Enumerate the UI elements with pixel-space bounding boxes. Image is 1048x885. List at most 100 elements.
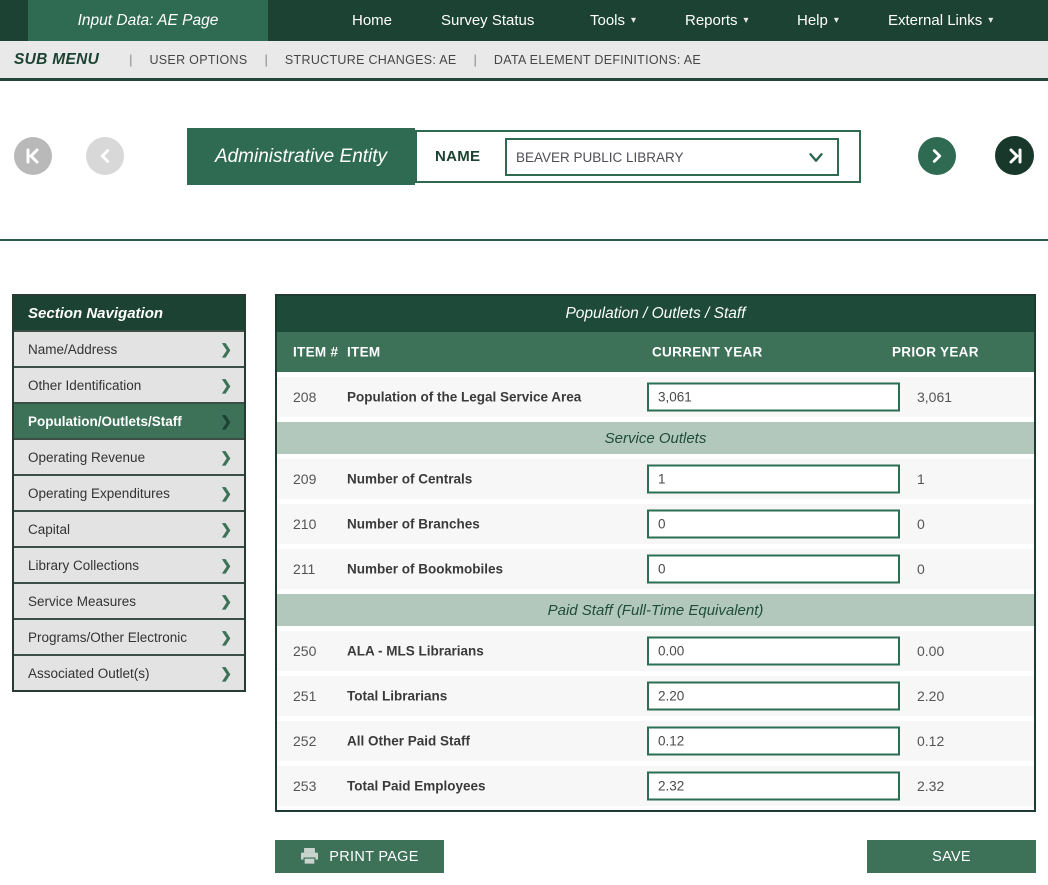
current-year-input-208[interactable] bbox=[647, 383, 900, 412]
entity-type-label: Administrative Entity bbox=[215, 146, 387, 168]
save-button[interactable]: SAVE bbox=[867, 840, 1036, 873]
print-page-button[interactable]: PRINT PAGE bbox=[275, 840, 444, 873]
entity-type-banner: Administrative Entity bbox=[187, 128, 415, 185]
caret-down-icon: ▾ bbox=[744, 15, 749, 26]
sidebar-item-name-address[interactable]: Name/Address ❯ bbox=[14, 330, 244, 366]
item-number: 211 bbox=[293, 561, 315, 577]
nav-item-help[interactable]: Help ▾ bbox=[797, 0, 839, 41]
nav-item-external-links-label: External Links bbox=[888, 12, 982, 29]
chevron-right-icon: ❯ bbox=[220, 593, 232, 610]
table-row-211: 211 Number of Bookmobiles 0 bbox=[277, 549, 1034, 589]
sidebar-item-label: Service Measures bbox=[28, 594, 220, 609]
item-label: Total Paid Employees bbox=[347, 779, 486, 794]
last-record-button[interactable] bbox=[995, 136, 1034, 175]
item-number: 209 bbox=[293, 471, 316, 487]
current-year-input-211[interactable] bbox=[647, 555, 900, 584]
current-year-input-252[interactable] bbox=[647, 727, 900, 756]
nav-item-home[interactable]: Home bbox=[352, 0, 392, 41]
table-row-252: 252 All Other Paid Staff 0.12 bbox=[277, 721, 1034, 761]
separator: | bbox=[129, 52, 132, 67]
print-page-button-label: PRINT PAGE bbox=[329, 849, 418, 865]
sidebar-item-label: Other Identification bbox=[28, 378, 220, 393]
current-year-input-250[interactable] bbox=[647, 637, 900, 666]
section-header-label: Paid Staff (Full-Time Equivalent) bbox=[548, 602, 764, 619]
section-header-paid-staff: Paid Staff (Full-Time Equivalent) bbox=[277, 594, 1034, 626]
item-number: 253 bbox=[293, 778, 316, 794]
chevron-right-icon: ❯ bbox=[220, 665, 232, 682]
column-header-item: ITEM bbox=[347, 345, 380, 360]
sidebar-item-label: Population/Outlets/Staff bbox=[28, 414, 220, 429]
chevron-right-icon bbox=[928, 147, 946, 165]
sidebar-item-programs-other-electronic[interactable]: Programs/Other Electronic ❯ bbox=[14, 618, 244, 654]
active-page-tab[interactable]: Input Data: AE Page bbox=[28, 0, 268, 41]
sidebar-item-capital[interactable]: Capital ❯ bbox=[14, 510, 244, 546]
item-number: 210 bbox=[293, 516, 316, 532]
nav-item-reports-label: Reports bbox=[685, 12, 738, 29]
sidebar-item-operating-revenue[interactable]: Operating Revenue ❯ bbox=[14, 438, 244, 474]
section-navigation-title: Section Navigation bbox=[14, 296, 244, 330]
table-row-209: 209 Number of Centrals 1 bbox=[277, 459, 1034, 499]
sidebar-item-library-collections[interactable]: Library Collections ❯ bbox=[14, 546, 244, 582]
save-button-label: SAVE bbox=[932, 849, 971, 865]
entity-name-box: NAME BEAVER PUBLIC LIBRARY bbox=[415, 130, 861, 183]
sub-menu-bar: SUB MENU | USER OPTIONS | STRUCTURE CHAN… bbox=[0, 41, 1048, 81]
table-row-251: 251 Total Librarians 2.20 bbox=[277, 676, 1034, 716]
sidebar-item-label: Operating Expenditures bbox=[28, 486, 220, 501]
population-outlets-staff-table: Population / Outlets / Staff ITEM # ITEM… bbox=[275, 294, 1036, 812]
sidebar-item-label: Capital bbox=[28, 522, 220, 537]
column-header-prior-year: PRIOR YEAR bbox=[892, 345, 979, 360]
table-column-header: ITEM # ITEM CURRENT YEAR PRIOR YEAR bbox=[277, 332, 1034, 372]
skip-to-last-icon bbox=[1005, 146, 1025, 166]
previous-record-button[interactable] bbox=[86, 137, 124, 175]
current-year-input-253[interactable] bbox=[647, 772, 900, 801]
sidebar-item-population-outlets-staff[interactable]: Population/Outlets/Staff ❯ bbox=[14, 402, 244, 438]
current-year-input-210[interactable] bbox=[647, 510, 900, 539]
sidebar-item-label: Library Collections bbox=[28, 558, 220, 573]
entity-name-select[interactable]: BEAVER PUBLIC LIBRARY bbox=[505, 138, 839, 176]
submenu-item-data-element-definitions[interactable]: DATA ELEMENT DEFINITIONS: AE bbox=[494, 53, 701, 67]
nav-item-survey-status-label: Survey Status bbox=[441, 12, 534, 29]
item-number: 252 bbox=[293, 733, 316, 749]
sidebar-item-label: Associated Outlet(s) bbox=[28, 666, 220, 681]
nav-item-survey-status[interactable]: Survey Status bbox=[441, 0, 534, 41]
first-record-button[interactable] bbox=[14, 137, 52, 175]
top-nav-bar: Input Data: AE Page Home Survey Status T… bbox=[0, 0, 1048, 41]
nav-item-home-label: Home bbox=[352, 12, 392, 29]
submenu-item-user-options[interactable]: USER OPTIONS bbox=[149, 53, 247, 67]
caret-down-icon: ▾ bbox=[631, 15, 636, 26]
column-header-item-number: ITEM # bbox=[293, 345, 338, 360]
chevron-right-icon: ❯ bbox=[220, 449, 232, 466]
prior-year-value: 3,061 bbox=[917, 389, 952, 405]
caret-down-icon: ▾ bbox=[834, 15, 839, 26]
entity-name-selected-value: BEAVER PUBLIC LIBRARY bbox=[516, 150, 805, 165]
nav-item-reports[interactable]: Reports ▾ bbox=[685, 0, 749, 41]
sidebar-item-associated-outlets[interactable]: Associated Outlet(s) ❯ bbox=[14, 654, 244, 690]
sidebar-item-service-measures[interactable]: Service Measures ❯ bbox=[14, 582, 244, 618]
current-year-input-209[interactable] bbox=[647, 465, 900, 494]
sub-menu-title: SUB MENU bbox=[14, 51, 99, 69]
table-row-250: 250 ALA - MLS Librarians 0.00 bbox=[277, 631, 1034, 671]
skip-to-first-icon bbox=[23, 146, 43, 166]
chevron-left-icon bbox=[96, 147, 114, 165]
submenu-item-structure-changes[interactable]: STRUCTURE CHANGES: AE bbox=[285, 53, 457, 67]
chevron-right-icon: ❯ bbox=[220, 629, 232, 646]
sidebar-item-other-identification[interactable]: Other Identification ❯ bbox=[14, 366, 244, 402]
current-year-input-251[interactable] bbox=[647, 682, 900, 711]
table-row-208: 208 Population of the Legal Service Area… bbox=[277, 377, 1034, 417]
table-title-label: Population / Outlets / Staff bbox=[565, 305, 745, 323]
item-label: All Other Paid Staff bbox=[347, 734, 470, 749]
caret-down-icon: ▾ bbox=[988, 15, 993, 26]
prior-year-value: 2.20 bbox=[917, 688, 944, 704]
chevron-right-icon: ❯ bbox=[220, 341, 232, 358]
table-rows: 208 Population of the Legal Service Area… bbox=[277, 372, 1034, 806]
ae-input-page: Input Data: AE Page Home Survey Status T… bbox=[0, 0, 1048, 885]
next-record-button[interactable] bbox=[918, 137, 956, 175]
nav-item-external-links[interactable]: External Links ▾ bbox=[888, 0, 993, 41]
separator: | bbox=[265, 52, 268, 67]
section-navigation: Section Navigation Name/Address ❯ Other … bbox=[12, 294, 246, 692]
chevron-right-icon: ❯ bbox=[220, 413, 232, 430]
sidebar-item-operating-expenditures[interactable]: Operating Expenditures ❯ bbox=[14, 474, 244, 510]
item-number: 251 bbox=[293, 688, 316, 704]
nav-item-tools[interactable]: Tools ▾ bbox=[590, 0, 636, 41]
chevron-right-icon: ❯ bbox=[220, 521, 232, 538]
